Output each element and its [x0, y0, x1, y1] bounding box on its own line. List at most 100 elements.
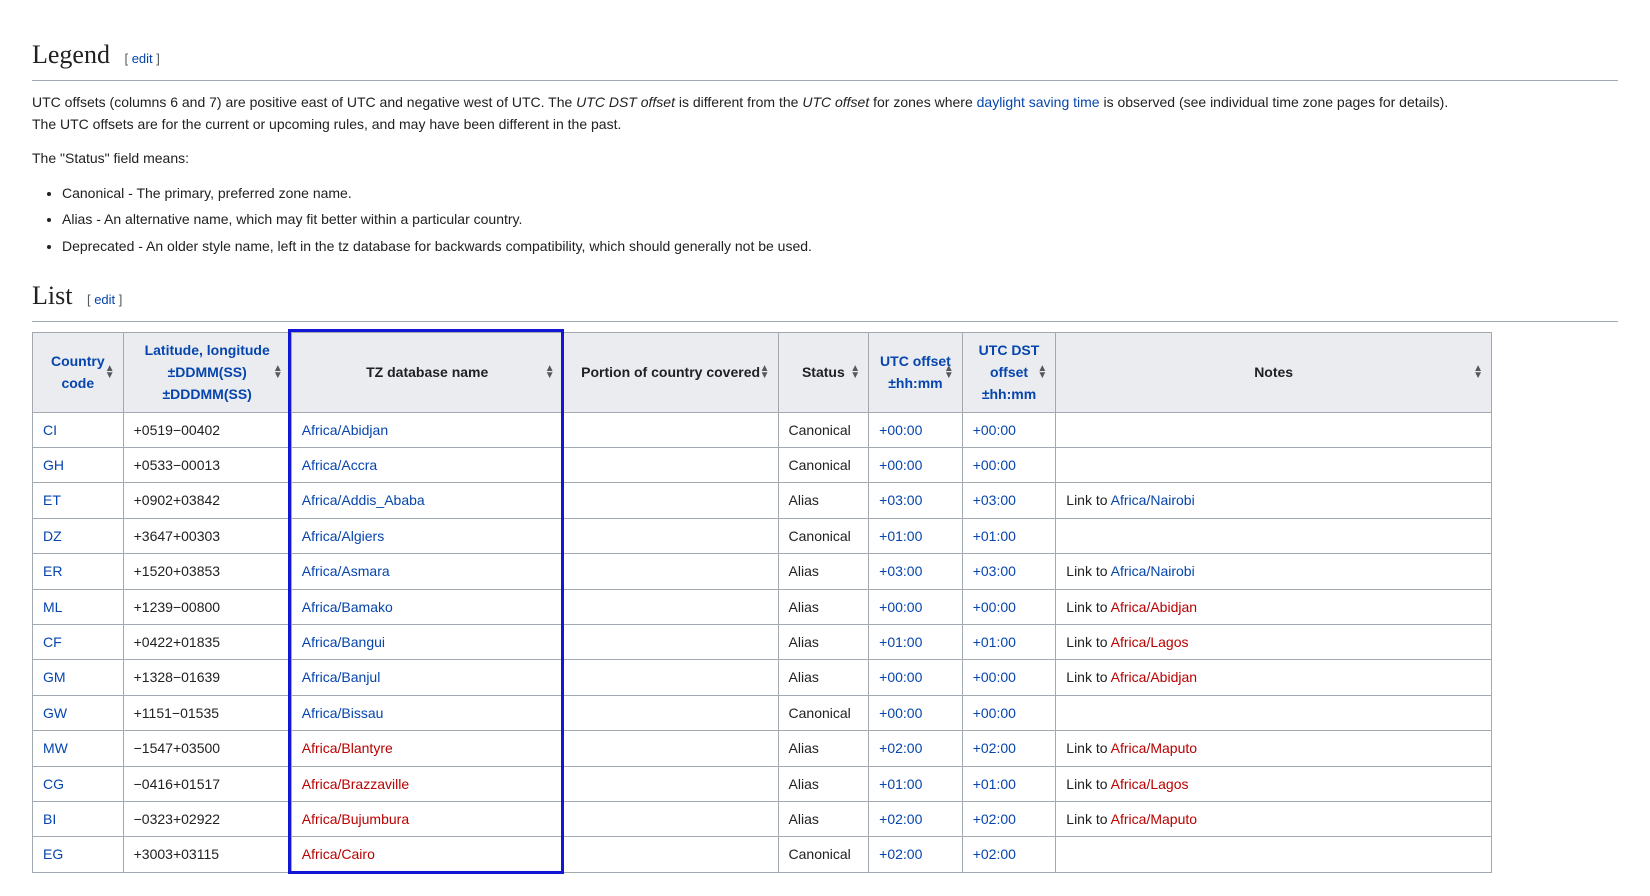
- cell-notes: Link to Africa/Maputo: [1056, 802, 1492, 837]
- table-row: ET+0902+03842Africa/Addis_AbabaAlias+03:…: [33, 483, 1492, 518]
- cell-country-code: EG: [33, 837, 124, 872]
- cell-portion: [563, 589, 778, 624]
- dst-offset-link[interactable]: +00:00: [973, 669, 1016, 685]
- country-code-link[interactable]: ER: [43, 563, 62, 579]
- tzname-link[interactable]: Africa/Asmara: [302, 563, 390, 579]
- utc-offset-link[interactable]: +02:00: [879, 740, 922, 756]
- tzname-link[interactable]: Africa/Bujumbura: [302, 811, 409, 827]
- country-code-link[interactable]: GM: [43, 669, 66, 685]
- cell-country-code: GW: [33, 695, 124, 730]
- utc-offset-link[interactable]: +00:00: [879, 669, 922, 685]
- country-code-link[interactable]: DZ: [43, 528, 62, 544]
- col-header-portion[interactable]: Portion of country covered ▲▼: [563, 332, 778, 412]
- table-header-row: Country code ▲▼ Latitude, longitude ±DDM…: [33, 332, 1492, 412]
- col-header-status[interactable]: Status ▲▼: [778, 332, 869, 412]
- country-code-link[interactable]: GH: [43, 457, 64, 473]
- col-header-country-code[interactable]: Country code ▲▼: [33, 332, 124, 412]
- tzname-link[interactable]: Africa/Cairo: [302, 846, 375, 862]
- list-item: Canonical - The primary, preferred zone …: [62, 182, 1618, 204]
- country-code-link[interactable]: CI: [43, 422, 57, 438]
- edit-label: edit: [132, 51, 153, 66]
- dst-offset-link[interactable]: +02:00: [973, 846, 1016, 862]
- note-link[interactable]: Africa/Lagos: [1111, 776, 1189, 792]
- status-text: Alias: [789, 634, 819, 650]
- note-prefix: Link to: [1066, 669, 1110, 685]
- utc-offset-link[interactable]: +00:00: [879, 599, 922, 615]
- edit-link-list[interactable]: [ edit ]: [87, 292, 122, 307]
- cell-utc: +02:00: [869, 837, 963, 872]
- utc-offset-link[interactable]: +00:00: [879, 705, 922, 721]
- edit-link-legend[interactable]: [ edit ]: [124, 51, 159, 66]
- tzname-link[interactable]: Africa/Blantyre: [302, 740, 393, 756]
- col-header-notes[interactable]: Notes ▲▼: [1056, 332, 1492, 412]
- cell-tzname: Africa/Cairo: [291, 837, 563, 872]
- country-code-link[interactable]: CF: [43, 634, 62, 650]
- utc-offset-link[interactable]: +01:00: [879, 528, 922, 544]
- dst-offset-link[interactable]: +00:00: [973, 599, 1016, 615]
- cell-dst: +01:00: [962, 625, 1056, 660]
- dst-offset-link[interactable]: +00:00: [973, 422, 1016, 438]
- dst-offset-link[interactable]: +00:00: [973, 705, 1016, 721]
- col-header-latlon[interactable]: Latitude, longitude ±DDMM(SS) ±DDDMM(SS)…: [123, 332, 291, 412]
- legend-paragraph-1: UTC offsets (columns 6 and 7) are positi…: [32, 91, 1452, 136]
- dst-offset-link[interactable]: +01:00: [973, 776, 1016, 792]
- country-code-link[interactable]: BI: [43, 811, 56, 827]
- country-code-link[interactable]: EG: [43, 846, 63, 862]
- utc-offset-link[interactable]: +02:00: [879, 846, 922, 862]
- tzname-link[interactable]: Africa/Addis_Ababa: [302, 492, 425, 508]
- tzname-link[interactable]: Africa/Bissau: [302, 705, 384, 721]
- header-label: ±DDDMM(SS): [163, 386, 252, 402]
- utc-offset-link[interactable]: +03:00: [879, 492, 922, 508]
- note-prefix: Link to: [1066, 563, 1110, 579]
- utc-offset-link[interactable]: +03:00: [879, 563, 922, 579]
- note-link[interactable]: Africa/Maputo: [1111, 740, 1197, 756]
- country-code-link[interactable]: CG: [43, 776, 64, 792]
- dst-offset-link[interactable]: +03:00: [973, 492, 1016, 508]
- tzname-link[interactable]: Africa/Abidjan: [302, 422, 388, 438]
- note-link[interactable]: Africa/Nairobi: [1111, 492, 1195, 508]
- dst-offset-link[interactable]: +01:00: [973, 528, 1016, 544]
- cell-tzname: Africa/Abidjan: [291, 412, 563, 447]
- tzname-link[interactable]: Africa/Algiers: [302, 528, 384, 544]
- sort-icon: ▲▼: [1473, 365, 1483, 379]
- country-code-link[interactable]: MW: [43, 740, 68, 756]
- cell-status: Canonical: [778, 837, 869, 872]
- col-header-utc-offset[interactable]: UTC offset ±hh:mm ▲▼: [869, 332, 963, 412]
- country-code-link[interactable]: ET: [43, 492, 61, 508]
- utc-offset-link[interactable]: +00:00: [879, 422, 922, 438]
- utc-offset-link[interactable]: +01:00: [879, 634, 922, 650]
- latlon-text: +3003+03115: [134, 846, 219, 862]
- note-link[interactable]: Africa/Abidjan: [1111, 599, 1197, 615]
- note-link[interactable]: Africa/Nairobi: [1111, 563, 1195, 579]
- dst-offset-link[interactable]: +01:00: [973, 634, 1016, 650]
- section-title-legend: Legend [ edit ]: [32, 34, 1618, 81]
- dst-offset-link[interactable]: +03:00: [973, 563, 1016, 579]
- utc-offset-link[interactable]: +00:00: [879, 457, 922, 473]
- tzname-link[interactable]: Africa/Accra: [302, 457, 377, 473]
- tzname-link[interactable]: Africa/Banjul: [302, 669, 381, 685]
- note-link[interactable]: Africa/Maputo: [1111, 811, 1197, 827]
- dst-offset-link[interactable]: +02:00: [973, 740, 1016, 756]
- cell-portion: [563, 483, 778, 518]
- cell-notes: Link to Africa/Abidjan: [1056, 589, 1492, 624]
- cell-dst: +02:00: [962, 731, 1056, 766]
- link-daylight-saving-time[interactable]: daylight saving time: [977, 94, 1100, 110]
- tzname-link[interactable]: Africa/Bamako: [302, 599, 393, 615]
- note-link[interactable]: Africa/Lagos: [1111, 634, 1189, 650]
- country-code-link[interactable]: ML: [43, 599, 62, 615]
- utc-offset-link[interactable]: +02:00: [879, 811, 922, 827]
- cell-latlon: +1151−01535: [123, 695, 291, 730]
- tzname-link[interactable]: Africa/Brazzaville: [302, 776, 409, 792]
- col-header-dst-offset[interactable]: UTC DST offset ±hh:mm ▲▼: [962, 332, 1056, 412]
- tzname-link[interactable]: Africa/Bangui: [302, 634, 385, 650]
- country-code-link[interactable]: GW: [43, 705, 67, 721]
- cell-portion: [563, 554, 778, 589]
- latlon-text: −0416+01517: [134, 776, 220, 792]
- dst-offset-link[interactable]: +00:00: [973, 457, 1016, 473]
- utc-offset-link[interactable]: +01:00: [879, 776, 922, 792]
- cell-tzname: Africa/Accra: [291, 448, 563, 483]
- col-header-tzname[interactable]: TZ database name ▲▼: [291, 332, 563, 412]
- note-link[interactable]: Africa/Abidjan: [1111, 669, 1197, 685]
- table-row: ML+1239−00800Africa/BamakoAlias+00:00+00…: [33, 589, 1492, 624]
- dst-offset-link[interactable]: +02:00: [973, 811, 1016, 827]
